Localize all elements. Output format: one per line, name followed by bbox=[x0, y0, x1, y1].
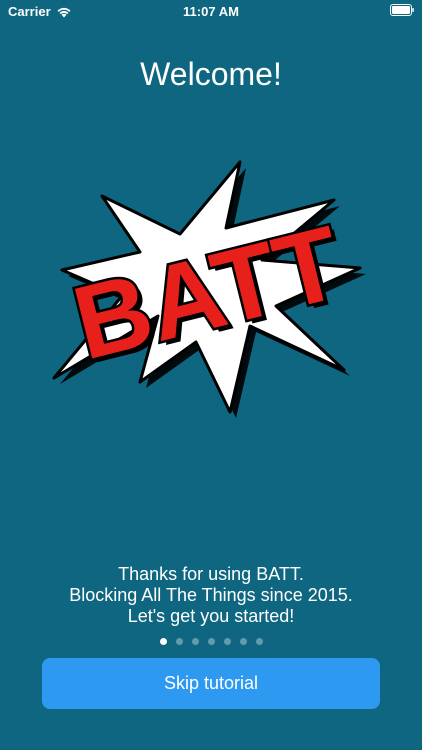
welcome-title: Welcome! bbox=[140, 56, 282, 92]
message-line-1: Thanks for using BATT. bbox=[118, 564, 304, 584]
page-dot-4[interactable] bbox=[207, 638, 215, 645]
page-dot-1[interactable] bbox=[159, 638, 167, 645]
page-dot-2[interactable] bbox=[175, 638, 183, 645]
skip-tutorial-button[interactable]: Skip tutorial bbox=[42, 658, 380, 709]
status-bar: Carrier 11:07 AM bbox=[0, 0, 422, 22]
welcome-message: Thanks for using BATT. Blocking All The … bbox=[0, 564, 422, 627]
page-dot-3[interactable] bbox=[191, 638, 199, 645]
message-line-3: Let's get you started! bbox=[127, 606, 295, 626]
battery-icon bbox=[390, 4, 414, 16]
page-indicator[interactable] bbox=[0, 638, 422, 645]
status-time: 11:07 AM bbox=[183, 4, 239, 19]
message-line-2: Blocking All The Things since 2015. bbox=[69, 585, 353, 605]
batt-logo: BATT BATT bbox=[52, 160, 366, 418]
page-dot-7[interactable] bbox=[255, 638, 263, 645]
page-dot-6[interactable] bbox=[239, 638, 247, 645]
page-dot-5[interactable] bbox=[223, 638, 231, 645]
